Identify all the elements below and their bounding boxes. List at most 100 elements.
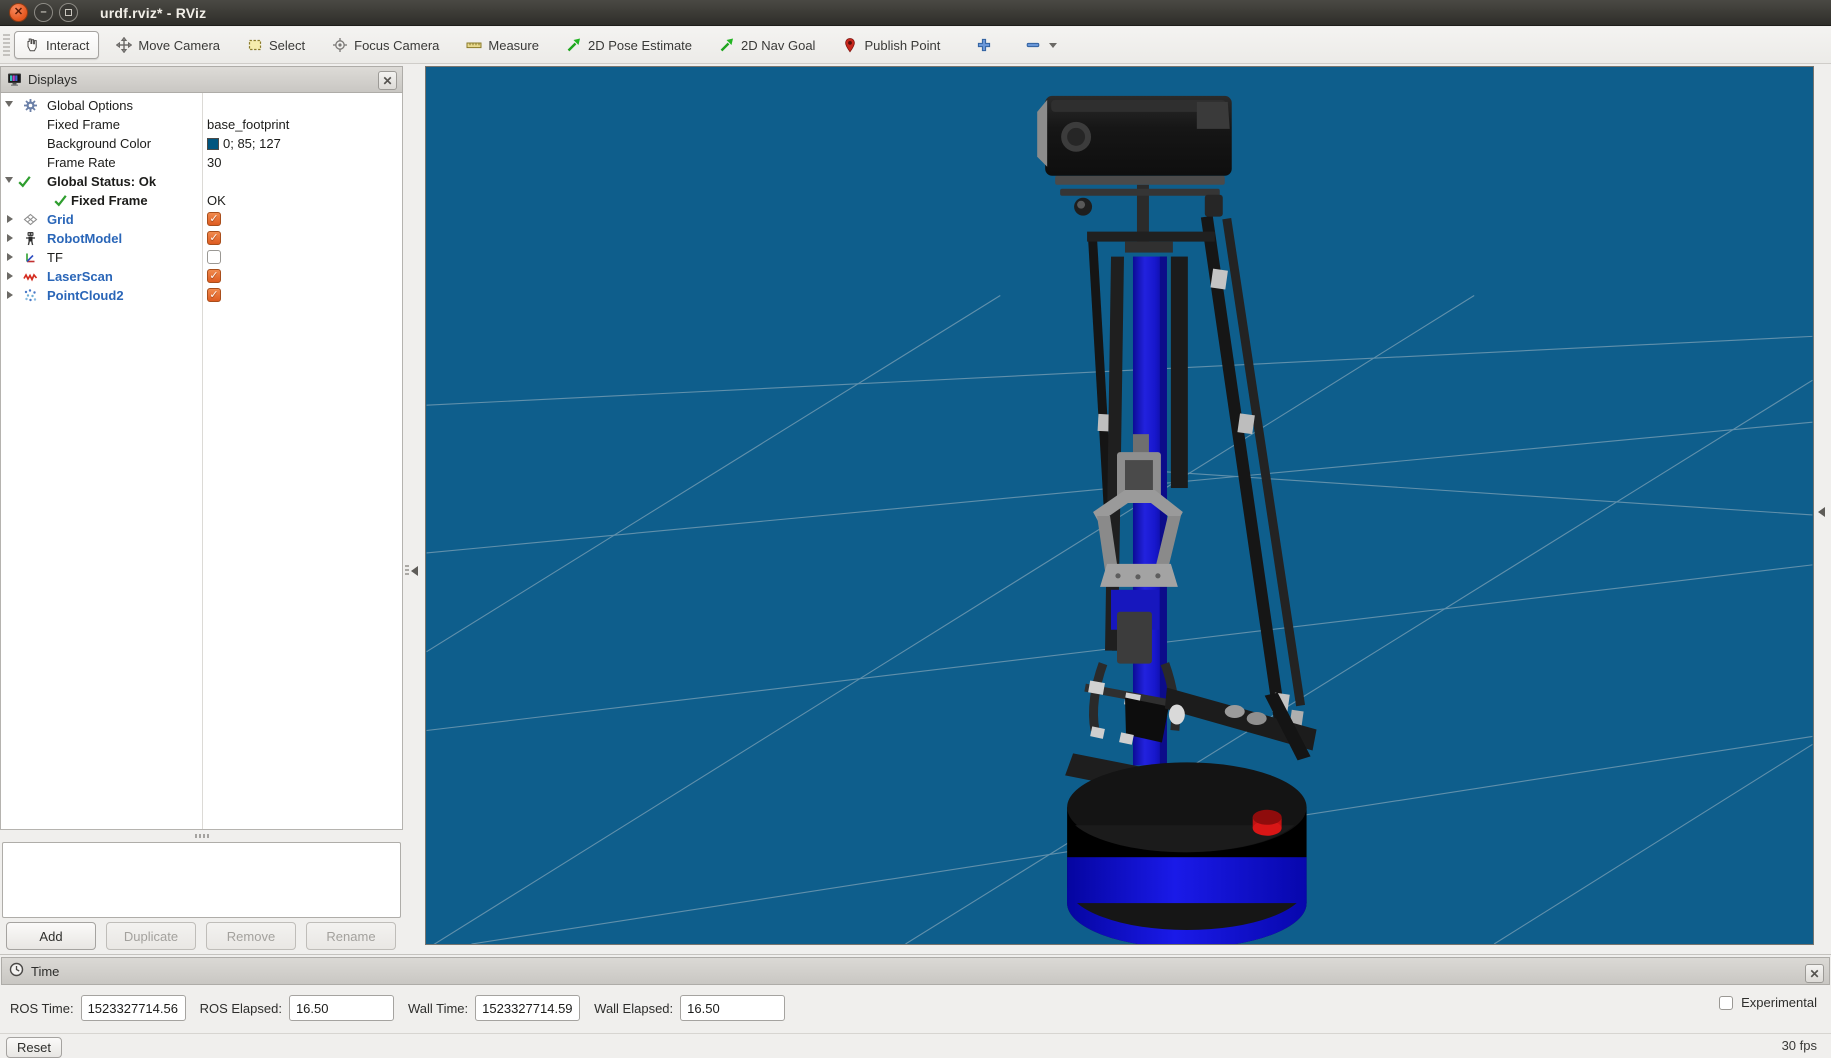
tree-row-robotmodel[interactable]: RobotModel✓ [1, 229, 402, 248]
remove-tool-button[interactable] [1020, 31, 1062, 59]
collapse-left-icon[interactable] [411, 566, 418, 576]
laserscan-enabled-checkbox[interactable]: ✓ [207, 269, 221, 283]
expander-closed-icon[interactable] [7, 291, 13, 299]
tool-label: Interact [46, 38, 89, 53]
tf-enabled-checkbox[interactable] [207, 250, 221, 264]
value-text[interactable]: OK [207, 193, 226, 208]
rviz-window: ✕ – urdf.rviz* - RViz Interact Move Camer… [0, 0, 1831, 1056]
check-icon [53, 193, 68, 208]
field-ros-time-: ROS Time: [10, 995, 186, 1021]
wall-elapsed--input[interactable] [680, 995, 785, 1021]
pointcloud2-enabled-checkbox[interactable]: ✓ [207, 288, 221, 302]
laser-scan-icon [23, 269, 38, 284]
tree-row-value: base_footprint [207, 117, 289, 132]
field-label: ROS Elapsed: [200, 1001, 282, 1016]
window-title: urdf.rviz* - RViz [100, 5, 206, 21]
right-dock-separator[interactable] [1814, 66, 1831, 954]
tool-label: Select [269, 38, 305, 53]
field-ros-elapsed-: ROS Elapsed: [200, 995, 394, 1021]
grid-icon [23, 212, 38, 227]
left-dock-separator[interactable] [403, 66, 425, 954]
tool-select[interactable]: Select [237, 31, 315, 59]
fps-counter: 30 fps [1782, 1038, 1817, 1053]
rename-button[interactable]: Rename [306, 922, 396, 950]
tree-row-frame-rate[interactable]: Frame Rate30 [1, 153, 402, 172]
add-button[interactable]: Add [6, 922, 96, 950]
tree-row-background-color[interactable]: Background Color 0; 85; 127 [1, 134, 402, 153]
tree-row-global-status-ok[interactable]: Global Status: Ok [1, 172, 402, 191]
robotmodel-enabled-checkbox[interactable]: ✓ [207, 231, 221, 245]
toolbar: Interact Move Camera Select Focus Camera Mea… [0, 27, 1831, 64]
time-close-icon[interactable]: ✕ [1805, 964, 1824, 983]
expander-closed-icon[interactable] [7, 215, 13, 223]
expander-closed-icon[interactable] [7, 272, 13, 280]
tool-2d-nav-goal[interactable]: 2D Nav Goal [709, 31, 825, 59]
tool-interact[interactable]: Interact [14, 31, 99, 59]
tree-row-grid[interactable]: Grid✓ [1, 210, 402, 229]
tool-label: 2D Pose Estimate [588, 38, 692, 53]
wall-time--input[interactable] [475, 995, 580, 1021]
duplicate-button[interactable]: Duplicate [106, 922, 196, 950]
tree-row-fixed-frame[interactable]: Fixed Framebase_footprint [1, 115, 402, 134]
remove-button[interactable]: Remove [206, 922, 296, 950]
plus-icon [976, 37, 992, 53]
collapse-right-icon[interactable] [1818, 507, 1825, 517]
displays-panel-title: Displays [28, 72, 77, 87]
color-swatch[interactable] [207, 138, 219, 150]
separator-grip[interactable] [405, 565, 409, 577]
toolbar-drag-handle[interactable] [3, 34, 10, 56]
displays-panel-header[interactable]: Displays ✕ [0, 66, 403, 93]
chevron-down-icon[interactable] [1049, 43, 1057, 48]
add-tool-button[interactable] [971, 31, 997, 59]
field-wall-elapsed-: Wall Elapsed: [594, 995, 785, 1021]
render-viewport-3d[interactable] [425, 66, 1814, 945]
map-pin-icon [842, 37, 858, 53]
tool-publish-point[interactable]: Publish Point [832, 31, 950, 59]
monitor-icon [7, 72, 22, 87]
experimental-checkbox[interactable] [1719, 996, 1733, 1010]
window-minimize-button[interactable]: – [34, 3, 53, 22]
window-maximize-button[interactable] [59, 3, 78, 22]
expander-closed-icon[interactable] [7, 253, 13, 261]
select-box-icon [247, 37, 263, 53]
tree-row-fixed-frame[interactable]: Fixed Frame OK [1, 191, 402, 210]
tool-measure[interactable]: Measure [456, 31, 549, 59]
value-text[interactable]: 0; 85; 127 [223, 136, 281, 151]
expander-open-icon[interactable] [5, 101, 13, 107]
mast-right-rail [1171, 257, 1188, 488]
time-panel-header[interactable]: Time ✕ [1, 957, 1830, 985]
tree-row-global-options[interactable]: Global Options [1, 96, 402, 115]
panel-splitter[interactable] [0, 830, 403, 842]
title-bar: ✕ – urdf.rviz* - RViz [0, 0, 1831, 26]
tree-row-label: Fixed Frame [71, 193, 148, 208]
display-description-box [2, 842, 401, 918]
tree-row-value: 30 [207, 155, 221, 170]
time-bottom-row: Reset 30 fps [0, 1033, 1831, 1057]
tree-row-laserscan[interactable]: LaserScan✓ [1, 267, 402, 286]
expander-closed-icon[interactable] [7, 234, 13, 242]
tool-focus-camera[interactable]: Focus Camera [322, 31, 449, 59]
tree-row-pointcloud2[interactable]: PointCloud2✓ [1, 286, 402, 305]
expander-open-icon[interactable] [5, 177, 13, 183]
tree-row-value: ✓ [207, 212, 221, 226]
tool-label: Focus Camera [354, 38, 439, 53]
viewport-scene [426, 67, 1813, 944]
ros-time--input[interactable] [81, 995, 186, 1021]
tool-label: 2D Nav Goal [741, 38, 815, 53]
tree-row-value: 0; 85; 127 [207, 136, 281, 151]
value-text[interactable]: 30 [207, 155, 221, 170]
tool-move-camera[interactable]: Move Camera [106, 31, 230, 59]
tree-row-label: Background Color [47, 136, 151, 151]
ros-elapsed--input[interactable] [289, 995, 394, 1021]
displays-close-icon[interactable]: ✕ [378, 71, 397, 90]
window-close-button[interactable]: ✕ [9, 3, 28, 22]
tree-row-tf[interactable]: TF [1, 248, 402, 267]
grid-enabled-checkbox[interactable]: ✓ [207, 212, 221, 226]
tree-row-label: TF [47, 250, 63, 265]
reset-button[interactable]: Reset [6, 1037, 62, 1058]
tool-2d-pose-estimate[interactable]: 2D Pose Estimate [556, 31, 702, 59]
tool-label: Move Camera [138, 38, 220, 53]
move-icon [116, 37, 132, 53]
value-text[interactable]: base_footprint [207, 117, 289, 132]
tree-row-value: ✓ [207, 288, 221, 302]
